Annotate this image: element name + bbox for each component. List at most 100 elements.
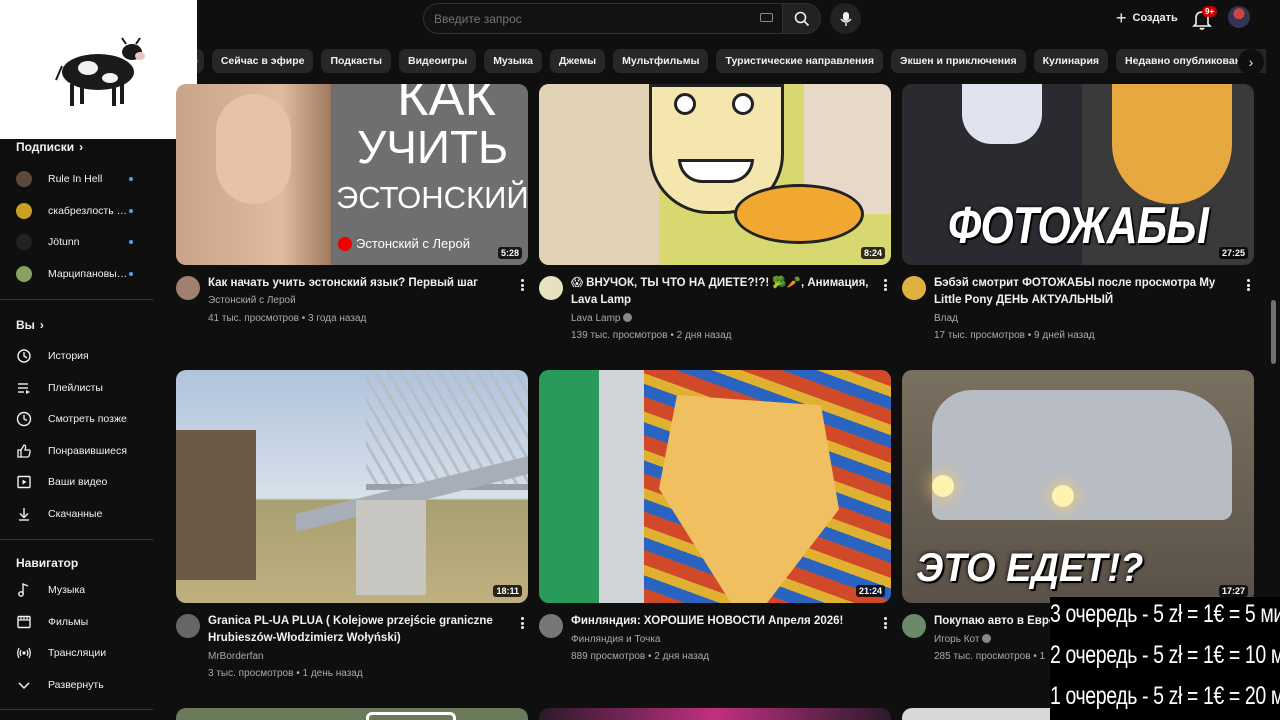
channel-name[interactable]: Влад <box>934 310 958 327</box>
video-duration: 5:28 <box>497 247 522 259</box>
video-thumbnail[interactable] <box>539 708 891 720</box>
sidebar-item-label: Развернуть <box>48 678 104 691</box>
voice-search-button[interactable] <box>830 3 861 34</box>
create-button[interactable]: + Создать <box>1108 5 1186 31</box>
category-chip[interactable]: Туристические направления <box>716 49 883 73</box>
damaged-car <box>932 390 1232 520</box>
chevron-right-icon: › <box>1248 54 1254 70</box>
sidebar-item-label: Музыка <box>48 584 86 596</box>
sidebar-item-download[interactable]: Скачанные <box>16 503 156 525</box>
channel-name[interactable]: Финляндия и Точка <box>571 631 661 648</box>
more-actions-button[interactable] <box>517 615 527 631</box>
video-stats: 3 тыс. просмотров • 1 день назад <box>208 668 363 679</box>
more-actions-button[interactable] <box>1243 277 1253 293</box>
youtube-home-page: + Создать 9+ еСейчас в эфиреПодкастыВиде… <box>0 0 1280 720</box>
search-button[interactable] <box>783 3 821 34</box>
chips-next-button[interactable]: › <box>1238 49 1264 75</box>
video-duration: 8:24 <box>860 247 885 259</box>
channel-name-row[interactable]: Lava Lamp <box>571 310 633 327</box>
search-input[interactable] <box>434 11 734 26</box>
subscriptions-heading[interactable]: Подписки › <box>16 140 83 154</box>
category-chip[interactable]: Подкасты <box>321 49 392 73</box>
sidebar-item-playlists[interactable]: Плейлисты <box>16 377 156 399</box>
sidebar-subscription-item[interactable]: Rule In Hell <box>16 168 156 190</box>
sidebar-item-label: Скачанные <box>48 507 103 520</box>
music-icon <box>16 582 32 598</box>
category-chip[interactable]: Джемы <box>549 49 606 73</box>
sidebar-item-label: Jötunn <box>48 236 80 248</box>
video-title[interactable]: Финляндия: ХОРОШИЕ НОВОСТИ Апреля 2026! <box>571 613 871 630</box>
sidebar-item-label: Плейлисты <box>48 381 103 394</box>
channel-avatar[interactable] <box>176 614 200 638</box>
video-title[interactable]: 😱 ВНУЧОК, ТЫ ЧТО НА ДИЕТЕ?!?! 🥦🥕, Анимац… <box>571 275 871 309</box>
more-actions-button[interactable] <box>517 277 527 293</box>
channel-avatar[interactable] <box>902 614 926 638</box>
video-title[interactable]: Как начать учить эстонский язык? Первый … <box>208 275 508 292</box>
channel-name[interactable]: Lava Lamp <box>571 313 620 324</box>
category-chip[interactable]: Мультфильмы <box>613 49 709 73</box>
create-label: Создать <box>1132 12 1178 24</box>
video-thumbnail[interactable]: ЭТО ЕДЕТ!? 17:27 <box>902 370 1254 603</box>
search-box[interactable] <box>423 3 783 34</box>
sidebar-item-chevron-down[interactable]: Развернуть <box>16 674 156 696</box>
channel-avatar[interactable] <box>539 276 563 300</box>
category-chip[interactable]: Видеоигры <box>399 49 477 73</box>
pony-orange <box>1112 84 1232 204</box>
sidebar-item-label: История <box>48 350 89 362</box>
channel-name[interactable]: MrBorderfan <box>208 648 264 665</box>
video-thumbnail[interactable]: 21:24 <box>539 370 891 603</box>
sidebar-item-history[interactable]: История <box>16 345 156 367</box>
sidebar-subscription-item[interactable]: скабрезлость | ... <box>16 200 156 222</box>
person-face <box>216 94 291 204</box>
video-thumbnail[interactable]: 18:11 <box>176 370 528 603</box>
category-chip[interactable]: Музыка <box>484 49 542 73</box>
navigator-heading-label: Навигатор <box>16 556 79 570</box>
category-chip[interactable]: Кулинария <box>1033 49 1109 73</box>
video-title[interactable]: Покупаю авто в Европе <box>934 613 1054 630</box>
sidebar-divider <box>0 299 153 300</box>
channel-avatar[interactable] <box>539 614 563 638</box>
microphone-icon <box>839 11 852 26</box>
sidebar-item-watch-later[interactable]: Смотреть позже <box>16 408 156 430</box>
cow-overlay-image <box>0 0 197 139</box>
video-stats: 139 тыс. просмотров • 2 дня назад <box>571 330 732 341</box>
sidebar-item-label: Ваши видео <box>48 476 108 488</box>
video-thumbnail[interactable] <box>176 708 528 720</box>
video-title[interactable]: Granica PL-UA PLUA ( Kolejowe przejście … <box>208 613 512 647</box>
video-thumbnail[interactable]: 8:24 <box>539 84 891 265</box>
account-avatar[interactable] <box>1228 6 1250 28</box>
video-duration: 21:24 <box>855 585 885 597</box>
category-chip[interactable]: Сейчас в эфире <box>211 49 314 73</box>
channel-name[interactable]: Игорь Кот <box>934 634 979 645</box>
channel-avatar[interactable] <box>902 276 926 300</box>
sidebar-item-live[interactable]: Трансляции <box>16 642 156 664</box>
sidebar-item-your-videos[interactable]: Ваши видео <box>16 471 156 493</box>
new-content-dot <box>129 271 133 276</box>
sidebar-subscription-item[interactable]: Марципановый Л... <box>16 263 156 285</box>
sidebar-item-label: Смотреть позже <box>48 413 127 425</box>
more-actions-button[interactable] <box>880 615 890 631</box>
sidebar-item-thumbs-up[interactable]: Понравившиеся <box>16 440 156 462</box>
sidebar-item-movies[interactable]: Фильмы <box>16 611 156 633</box>
youtube-logo-icon <box>338 236 352 251</box>
channel-avatar[interactable] <box>176 276 200 300</box>
queue-line: 2 очередь - 5 zł = 1€ = 10 мин <box>1050 641 1280 669</box>
video-thumbnail[interactable]: ФОТОЖАБЫ 27:25 <box>902 84 1254 265</box>
video-stats: 889 просмотров • 2 дня назад <box>571 651 710 662</box>
you-heading[interactable]: Вы › <box>16 318 44 332</box>
channel-name-row[interactable]: Игорь Кот <box>934 631 992 648</box>
notifications-badge: 9+ <box>1202 6 1218 17</box>
video-title[interactable]: Бэбэй смотрит ФОТОЖАБЫ после просмотра M… <box>934 275 1240 309</box>
thumbnail-text-panel: КАК УЧИТЬ ЭСТОНСКИЙ Эстонский с Лерой <box>332 84 528 265</box>
page-scrollbar[interactable] <box>1271 300 1276 364</box>
category-chip[interactable]: Экшен и приключения <box>890 49 1026 73</box>
video-thumbnail[interactable]: КАК УЧИТЬ ЭСТОНСКИЙ Эстонский с Лерой 5:… <box>176 84 528 265</box>
channel-name[interactable]: Эстонский с Лерой <box>208 292 296 309</box>
keyboard-icon[interactable] <box>760 13 773 22</box>
sidebar-item-music[interactable]: Музыка <box>16 579 156 601</box>
more-actions-button[interactable] <box>880 277 890 293</box>
thumbnail-text: ФОТОЖАБЫ <box>948 197 1209 255</box>
channel-avatar <box>16 265 32 282</box>
new-content-dot <box>129 177 133 181</box>
sidebar-subscription-item[interactable]: Jötunn <box>16 231 156 253</box>
